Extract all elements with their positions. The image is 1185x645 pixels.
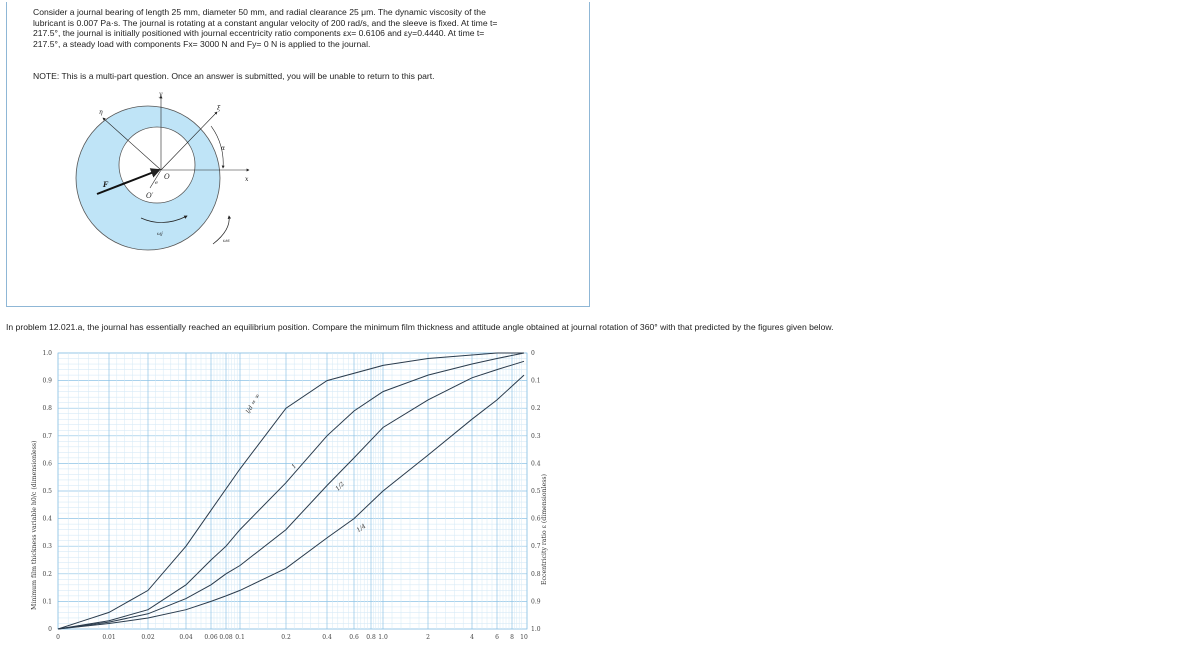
y-tick-label: 0.1 <box>42 598 52 605</box>
label-f: F <box>102 180 109 189</box>
y2-tick-label: 0.8 <box>531 571 541 578</box>
x-tick-label: 0.1 <box>235 634 245 641</box>
y-tick-label: 0.9 <box>42 378 52 385</box>
y-tick-label: 0.2 <box>42 571 52 578</box>
label-o-prime: O′ <box>146 192 154 200</box>
y2-tick-label: 0.5 <box>531 488 541 495</box>
x-tick-label: 10 <box>520 634 528 641</box>
x-tick-label: 0.2 <box>281 634 291 641</box>
journal-bearing-diagram: y x η ξ α F O O′ e ωj ωs <box>75 91 250 251</box>
y2-axis-label: Eccentricity ratio ε (dimensionless) <box>541 474 548 585</box>
y2-tick-label: 0.2 <box>531 405 541 412</box>
y-tick-label: 0.5 <box>42 488 52 495</box>
problem-line: Consider a journal bearing of length 25 … <box>33 7 486 17</box>
x-tick-label: 0 <box>56 634 60 641</box>
part-question-text: In problem 12.021.a, the journal has ess… <box>6 322 834 332</box>
y2-tick-label: 0.4 <box>531 460 541 467</box>
x-tick-label: 0.02 <box>141 634 155 641</box>
label-omega-j: ωj <box>157 231 163 237</box>
label-alpha: α <box>221 145 225 152</box>
y2-tick-label: 0.9 <box>531 598 541 605</box>
label-eta: η <box>99 109 103 116</box>
chart-grid <box>57 352 528 630</box>
y-tick-label: 1.0 <box>42 350 52 357</box>
x-tick-label: 0.01 <box>102 634 115 641</box>
y-tick-label: 0 <box>48 626 52 633</box>
x-tick-label: 0.06 <box>204 634 218 641</box>
problem-line: 217.5°, a steady load with components Fx… <box>33 38 371 49</box>
x-tick-label: 1.0 <box>378 634 388 641</box>
label-xi: ξ <box>217 105 221 112</box>
y-tick-label: 0.3 <box>42 543 52 550</box>
x-tick-label: 0.4 <box>322 634 332 641</box>
problem-statement: Consider a journal bearing of length 25 … <box>33 7 573 49</box>
y2-tick-label: 0 <box>531 350 535 357</box>
y2-tick-label: 1.0 <box>531 626 541 633</box>
y2-tick-label: 0.7 <box>531 543 541 550</box>
film-thickness-chart: 0 0.1 0.2 0.3 0.4 0.5 0.6 0.7 0.8 0.9 1.0 0 0.1 0.2 0.… <box>31 350 548 641</box>
y-tick-label: 0.4 <box>42 516 52 523</box>
label-e: e <box>155 180 158 186</box>
x-tick-label: 2 <box>426 634 430 641</box>
problem-line: lubricant is 0.007 Pa·s. The journal is … <box>33 17 498 28</box>
x-tick-label: 8 <box>510 634 514 641</box>
problem-line: 217.5°, the journal is initially positio… <box>33 28 485 39</box>
x-tick-label: 4 <box>470 634 474 641</box>
label-x: x <box>245 176 249 183</box>
y-tick-label: 0.7 <box>42 433 52 440</box>
label-omega-s: ωs <box>223 238 230 244</box>
x-tick-label: 0.08 <box>219 634 233 641</box>
x-tick-label: 0.6 <box>349 634 359 641</box>
x-tick-label: 6 <box>495 634 499 641</box>
y-tick-label: 0.6 <box>42 460 52 467</box>
problem-panel: Consider a journal bearing of length 25 … <box>6 2 590 307</box>
y2-tick-label: 0.1 <box>531 378 541 385</box>
y-axis-label: Minimum film thickness variable h0/c (di… <box>31 441 38 611</box>
y2-tick-label: 0.6 <box>531 516 541 523</box>
y-tick-label: 0.8 <box>42 405 52 412</box>
multipart-note: NOTE: This is a multi-part question. Onc… <box>33 71 435 81</box>
label-o: O <box>164 173 170 181</box>
journal-disc <box>118 126 196 204</box>
label-y: y <box>158 91 163 98</box>
x-tick-label: 0.04 <box>179 634 193 641</box>
x-tick-label: 0.8 <box>366 634 376 641</box>
y2-tick-label: 0.3 <box>531 433 541 440</box>
